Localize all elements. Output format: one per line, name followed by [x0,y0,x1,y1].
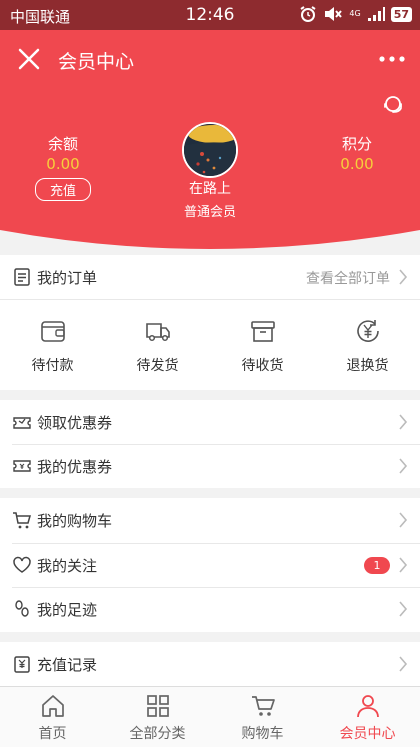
my-coupons-label: 我的优惠券 [37,458,113,476]
recharge-records-row[interactable]: 充值记录 [0,642,420,686]
coupon-claim-icon [13,417,31,429]
recharge-record-icon [14,656,30,673]
tab-member-center[interactable]: 会员中心 [315,687,420,747]
points-value: 0.00 [340,155,374,173]
page-title: 会员中心 [58,51,135,73]
recharge-records-label: 充值记录 [37,656,98,674]
heart-icon [13,556,31,573]
balance-value: 0.00 [46,155,80,173]
my-follows-label: 我的关注 [37,557,98,575]
view-all-orders-link[interactable]: 查看全部订单 [306,268,390,288]
order-status-label: 退换货 [346,358,389,374]
order-pending-shipment[interactable]: 待发货 [105,301,210,389]
order-pending-payment[interactable]: 待付款 [0,301,105,389]
chevron-right-icon [399,269,408,285]
follow-count-badge: 1 [364,557,390,574]
tab-cart[interactable]: 购物车 [210,687,315,747]
get-coupons-row[interactable]: 领取优惠券 [0,400,420,444]
my-coupons-row[interactable]: 我的优惠券 [0,444,420,488]
order-pending-receipt[interactable]: 待收货 [210,301,315,389]
chevron-right-icon [399,656,408,672]
nav-bar: 会员中心 [0,30,420,88]
shopping-card: 我的购物车 我的关注 1 我的足迹 [0,498,420,632]
grid-icon [147,695,169,717]
status-bar: 中国联通 12:46 4G 57 [0,0,420,30]
network-type: 4G [349,9,361,18]
points-label: 积分 [341,135,372,153]
tab-label: 购物车 [241,726,284,742]
cart-icon [252,696,275,716]
coupon-icon [13,460,31,472]
order-status-label: 待收货 [241,358,284,374]
signal-icon [367,7,385,21]
tab-categories[interactable]: 全部分类 [105,687,210,747]
get-coupons-label: 领取优惠券 [37,414,113,432]
truck-icon [146,323,170,342]
home-icon [42,695,64,717]
my-cart-label: 我的购物车 [37,512,113,530]
my-orders-label: 我的订单 [37,269,98,287]
member-level: 普通会员 [183,205,236,220]
chevron-right-icon [399,512,408,528]
close-icon[interactable] [14,44,44,74]
tab-label: 会员中心 [339,726,396,742]
mute-icon [325,7,343,21]
coupons-card: 领取优惠券 我的优惠券 [0,400,420,488]
my-orders-row[interactable]: 我的订单 查看全部订单 [0,255,420,299]
my-footprint-label: 我的足迹 [37,601,98,619]
yen-refund-icon [357,320,379,342]
my-cart-row[interactable]: 我的购物车 [0,498,420,542]
recharge-records-card: 充值记录 [0,642,420,686]
more-icon[interactable] [378,46,406,72]
orders-card: 我的订单 查看全部订单 待付款 待发货 待收货 退换货 [0,255,420,390]
alarm-icon [300,6,316,22]
order-returns[interactable]: 退换货 [315,301,420,389]
recharge-button[interactable]: 充值 [34,178,91,201]
footprint-icon [15,600,29,617]
username: 在路上 [189,181,231,197]
cart-icon [13,512,31,529]
chevron-right-icon [399,458,408,474]
avatar[interactable] [182,122,238,178]
box-icon [251,321,275,342]
my-footprint-row[interactable]: 我的足迹 [0,587,420,631]
user-icon [357,695,379,718]
order-status-label: 待付款 [31,358,74,374]
chevron-right-icon [399,601,408,617]
balance-block: 余额 0.00 充值 [13,133,113,201]
order-list-icon [14,268,30,286]
tab-home[interactable]: 首页 [0,687,105,747]
my-follows-row[interactable]: 我的关注 1 [0,543,420,587]
tab-label: 全部分类 [129,726,186,742]
tab-label: 首页 [38,726,67,742]
order-status-grid: 待付款 待发货 待收货 退换货 [0,301,420,389]
battery-level: 57 [390,6,412,22]
bottom-tab-bar: 首页 全部分类 购物车 会员中心 [0,686,420,747]
member-header: 会员中心 余额 0.00 充值 在路上 普通会员 积分 0.00 [0,30,420,258]
divider [0,299,420,300]
balance-label: 余额 [47,135,78,153]
customer-service-icon[interactable] [380,92,406,118]
wallet-icon [41,321,65,342]
order-status-label: 待发货 [136,358,179,374]
chevron-right-icon [399,557,408,573]
points-block: 积分 0.00 [307,133,407,173]
chevron-right-icon [399,414,408,430]
